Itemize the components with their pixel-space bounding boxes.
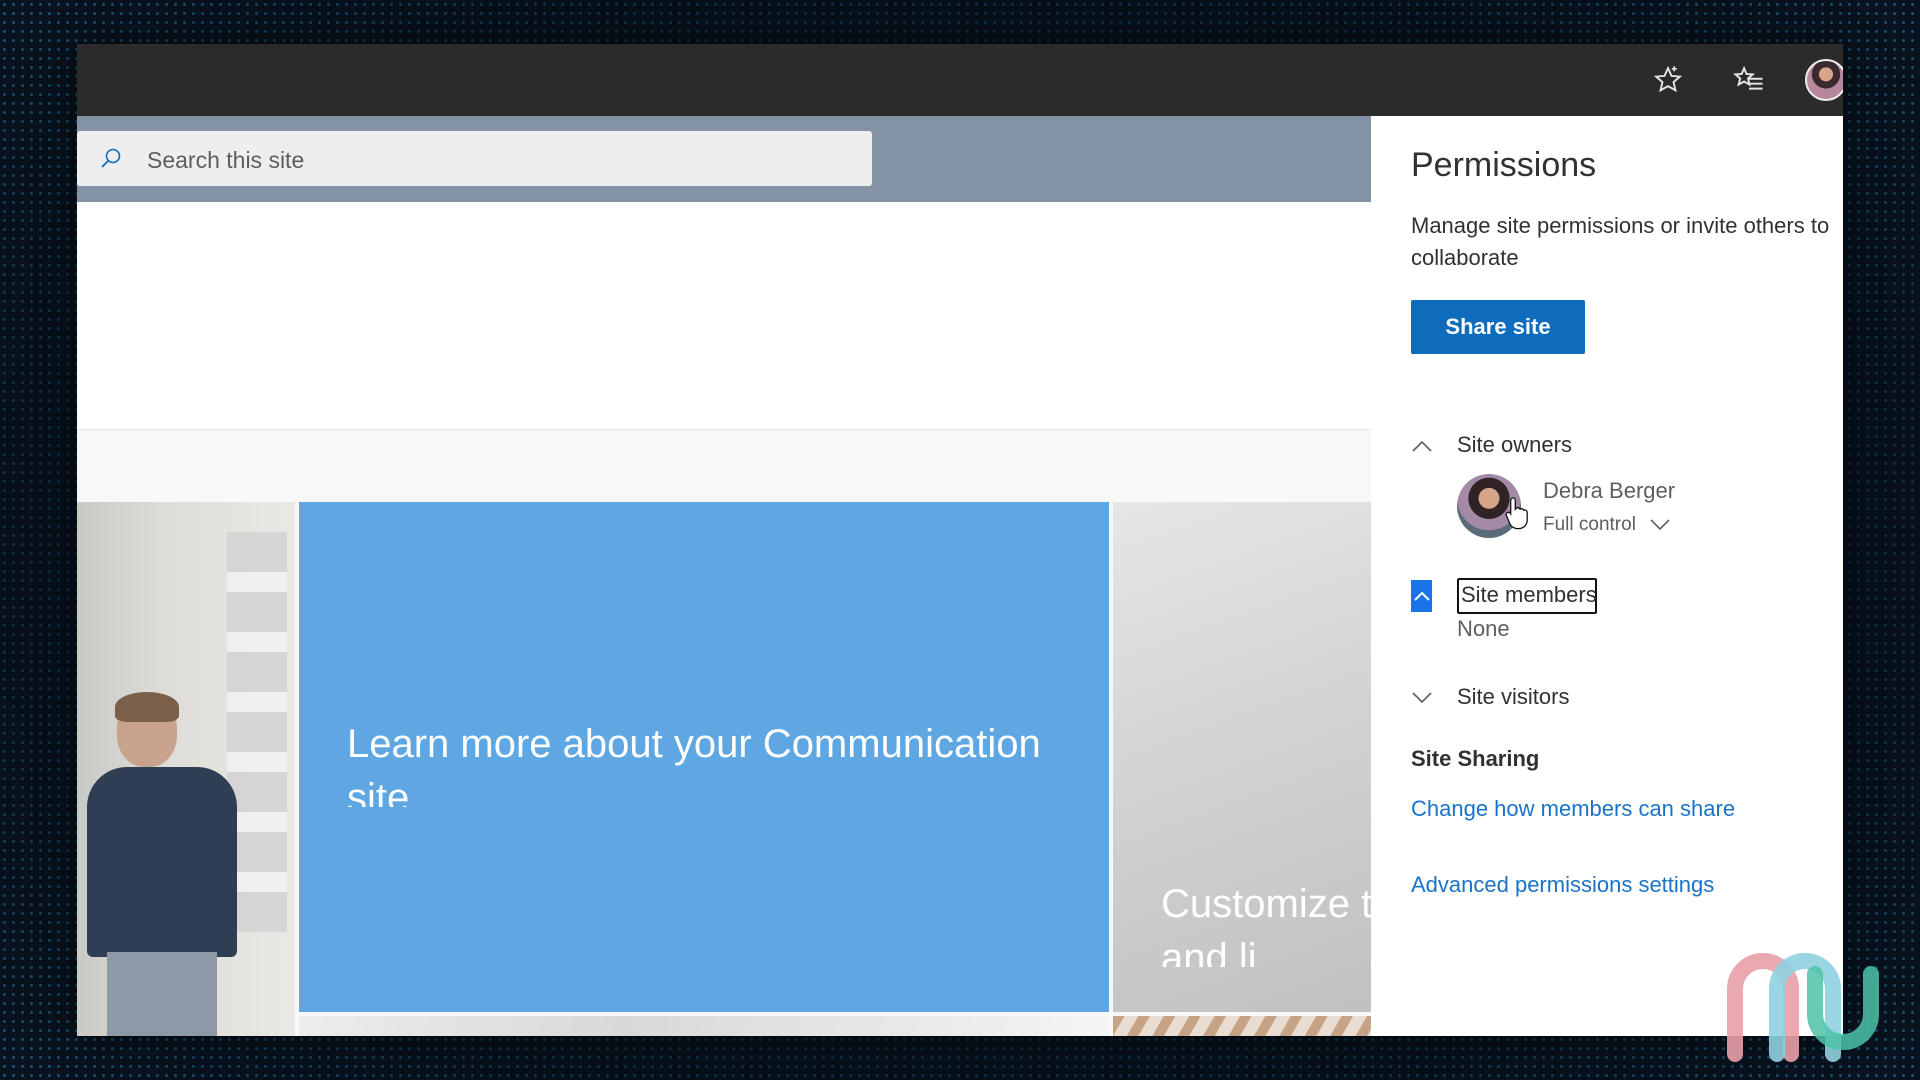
- site-visitors-label[interactable]: Site visitors: [1457, 684, 1569, 710]
- share-site-button[interactable]: Share site: [1411, 300, 1585, 354]
- star-outline-icon[interactable]: [1650, 62, 1686, 98]
- hero-tile-communication[interactable]: Learn more about your Communication site: [299, 502, 1109, 1012]
- search-input[interactable]: [145, 141, 849, 179]
- advanced-permissions-link[interactable]: Advanced permissions settings: [1411, 872, 1714, 898]
- browser-toolbar: [77, 44, 1843, 116]
- hand-cursor-icon: [1505, 497, 1528, 530]
- search-icon: [101, 148, 121, 168]
- panel-description: Manage site permissions or invite others…: [1411, 213, 1830, 270]
- profile-avatar[interactable]: [1805, 59, 1843, 101]
- person-body: [87, 767, 237, 957]
- favorites-list-icon[interactable]: [1731, 62, 1767, 98]
- hero-tile-title: Learn more about your Communication site: [347, 722, 1041, 807]
- change-sharing-link[interactable]: Change how members can share: [1411, 796, 1735, 822]
- hero-tile-bottom-left[interactable]: [299, 1016, 1109, 1036]
- chevron-down-icon[interactable]: [1411, 687, 1433, 709]
- search-box[interactable]: [77, 131, 872, 186]
- chevron-up-icon[interactable]: [1411, 435, 1433, 457]
- channel-logo: [1727, 953, 1879, 1062]
- owner-name: Debra Berger: [1543, 478, 1676, 503]
- owner-role-dropdown[interactable]: Full control: [1543, 514, 1670, 536]
- permissions-panel: Permissions Manage site permissions or i…: [1371, 116, 1843, 1036]
- browser-window: Learn more about your Communication site…: [77, 44, 1843, 1036]
- hero-tile-person-image[interactable]: [77, 502, 295, 1036]
- person-hair: [115, 692, 179, 722]
- site-sharing-heading: Site Sharing: [1411, 746, 1540, 771]
- site-members-label[interactable]: Site members: [1461, 582, 1597, 608]
- chevron-up-icon-selected[interactable]: [1411, 580, 1432, 612]
- panel-title: Permissions: [1411, 146, 1597, 184]
- site-members-value: None: [1457, 616, 1510, 641]
- person-legs: [107, 952, 217, 1036]
- site-owners-label[interactable]: Site owners: [1457, 432, 1572, 458]
- owner-role-label: Full control: [1543, 514, 1636, 535]
- chevron-down-icon: [1650, 519, 1670, 531]
